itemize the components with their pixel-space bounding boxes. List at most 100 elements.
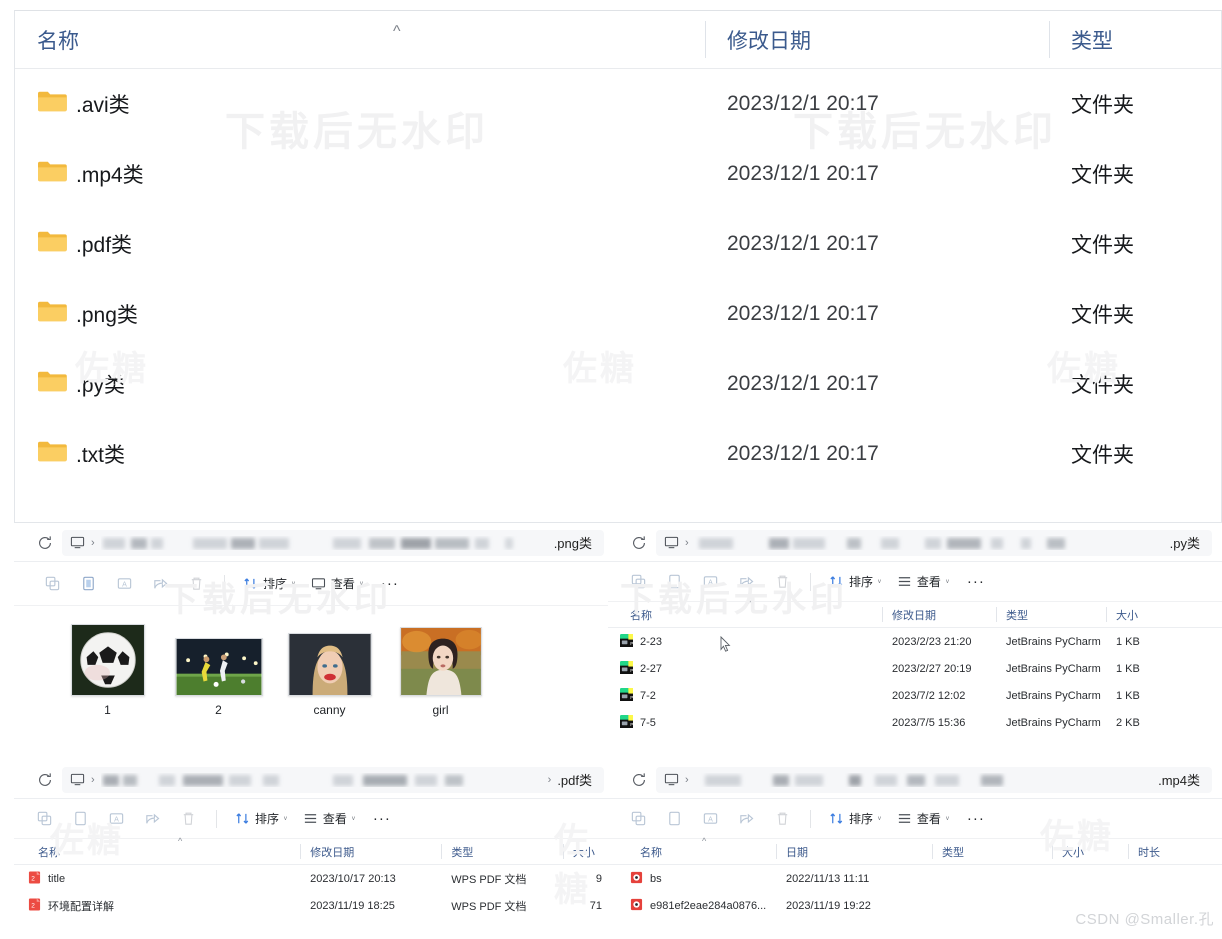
- column-header-size[interactable]: 大小: [562, 839, 614, 864]
- address-field[interactable]: › › .pdf类: [62, 766, 604, 793]
- folder-icon: [38, 91, 67, 112]
- rename-icon[interactable]: A: [98, 804, 134, 834]
- table-row[interactable]: 2 title 2023/10/17 20:13 WPS PDF 文档 9: [28, 865, 614, 892]
- refresh-icon[interactable]: [36, 534, 54, 552]
- column-header-date[interactable]: 修改日期: [300, 839, 441, 864]
- screenshot-root: 名称 修改日期 类型 ^ .avi类 2023/12/1 20:17 文件夹 .mp4…: [0, 0, 1222, 939]
- column-header-name-label: 名称: [640, 846, 662, 859]
- more-options-button[interactable]: ···: [371, 575, 409, 592]
- copy-icon[interactable]: [620, 804, 656, 834]
- share-icon[interactable]: [728, 804, 764, 834]
- breadcrumb-current[interactable]: .pdf类: [557, 770, 596, 789]
- copy-icon[interactable]: [620, 567, 656, 597]
- rename-icon[interactable]: A: [106, 569, 142, 599]
- delete-icon[interactable]: [170, 804, 206, 834]
- breadcrumb-chevron: ›: [91, 536, 95, 549]
- table-row[interactable]: .avi类 2023/12/1 20:17 文件夹: [15, 69, 1221, 139]
- copy-icon[interactable]: [26, 804, 62, 834]
- address-bar: › .png类: [14, 524, 614, 562]
- delete-icon[interactable]: [764, 804, 800, 834]
- table-cell-name: title: [48, 872, 66, 885]
- file-icon-wrap: 2: [28, 897, 41, 914]
- chevron-down-icon: ᵛ: [945, 576, 949, 587]
- table-row[interactable]: P 2-27 2023/2/27 20:19 JetBrains PyCharm 1 K…: [620, 655, 1222, 682]
- refresh-icon[interactable]: [36, 771, 54, 789]
- toolbar-divider: [224, 574, 225, 593]
- delete-icon[interactable]: [178, 569, 214, 599]
- file-icon-wrap: P: [620, 714, 633, 731]
- breadcrumb-current[interactable]: .py类: [1170, 533, 1204, 552]
- delete-icon[interactable]: [764, 567, 800, 597]
- more-options-button[interactable]: ···: [957, 810, 995, 827]
- table-cell-date: 2023/7/5 15:36: [892, 716, 966, 729]
- file-icon-wrap: [630, 871, 643, 887]
- more-options-button[interactable]: ···: [957, 573, 995, 590]
- view-label: 查看: [330, 577, 355, 591]
- refresh-icon[interactable]: [630, 534, 648, 552]
- folder-icon: [38, 441, 67, 462]
- breadcrumb-current[interactable]: .mp4类: [1158, 770, 1204, 789]
- copy-icon[interactable]: [34, 569, 70, 599]
- column-header-name[interactable]: 名称 ^: [620, 599, 882, 627]
- view-button[interactable]: 查看 ᵛ: [303, 570, 371, 598]
- address-field[interactable]: › .png类: [62, 529, 604, 556]
- table-cell-size: 9: [595, 872, 602, 885]
- table-row[interactable]: 2 环境配置详解 2023/11/19 18:25 WPS PDF 文档 71: [28, 892, 614, 919]
- chevron-down-icon: ᵛ: [292, 578, 295, 589]
- table-row[interactable]: .py类 2023/12/1 20:17 文件夹: [15, 349, 1221, 419]
- paste-icon[interactable]: [656, 804, 692, 834]
- address-field[interactable]: › .mp4类: [656, 766, 1212, 793]
- refresh-icon[interactable]: [630, 771, 648, 789]
- list-item[interactable]: girl: [385, 624, 496, 717]
- sort-button[interactable]: 排序 ᵛ: [235, 570, 303, 598]
- column-header-type-label: 类型: [942, 846, 964, 859]
- view-button[interactable]: 查看 ᵛ: [889, 568, 957, 596]
- sort-button[interactable]: 排序 ᵛ: [821, 805, 889, 833]
- table-cell-date: 2023/2/27 20:19: [892, 662, 972, 675]
- column-header-size[interactable]: 大小: [1106, 602, 1214, 627]
- address-bar: › › .pdf类: [14, 761, 614, 799]
- address-field[interactable]: › .py类: [656, 529, 1212, 556]
- column-header-type[interactable]: 类型: [996, 602, 1106, 627]
- column-header-name[interactable]: 名称 ^: [28, 836, 300, 864]
- table-row[interactable]: .png类 2023/12/1 20:17 文件夹: [15, 279, 1221, 349]
- list-item[interactable]: 2: [163, 624, 274, 717]
- view-button[interactable]: 查看 ᵛ: [889, 805, 957, 833]
- column-header-name[interactable]: 名称 ^: [630, 836, 776, 864]
- list-item[interactable]: canny: [274, 624, 385, 717]
- table-row[interactable]: P 2-23 2023/2/23 21:20 JetBrains PyCharm 1 K…: [620, 628, 1222, 655]
- paste-icon[interactable]: [70, 569, 106, 599]
- table-row[interactable]: .pdf类 2023/12/1 20:17 文件夹: [15, 209, 1221, 279]
- blurred-path: [101, 773, 542, 787]
- column-header-type[interactable]: 类型: [932, 839, 1052, 864]
- table-row[interactable]: bs 2022/11/13 11:11: [630, 865, 1222, 892]
- column-header-type[interactable]: 类型: [1049, 11, 1221, 68]
- sort-button[interactable]: 排序 ᵛ: [227, 805, 295, 833]
- paste-icon[interactable]: [62, 804, 98, 834]
- column-header-date[interactable]: 修改日期: [882, 602, 996, 627]
- share-icon[interactable]: [728, 567, 764, 597]
- svg-text:A: A: [122, 580, 127, 588]
- more-options-button[interactable]: ···: [363, 810, 401, 827]
- rename-icon[interactable]: A: [692, 567, 728, 597]
- share-icon[interactable]: [134, 804, 170, 834]
- column-header-size[interactable]: 大小: [1052, 839, 1128, 864]
- column-header-type[interactable]: 类型: [441, 839, 563, 864]
- list-item[interactable]: 1: [52, 624, 163, 717]
- table-row[interactable]: .txt类 2023/12/1 20:17 文件夹: [15, 419, 1221, 489]
- table-row[interactable]: .mp4类 2023/12/1 20:17 文件夹: [15, 139, 1221, 209]
- view-button[interactable]: 查看 ᵛ: [295, 805, 363, 833]
- table-cell-type: WPS PDF 文档: [451, 900, 527, 913]
- table-row[interactable]: e981ef2eae284a0876... 2023/11/19 19:22: [630, 892, 1222, 919]
- table-row[interactable]: P 7-2 2023/7/2 12:02 JetBrains PyCharm 1 KB: [620, 682, 1222, 709]
- sort-button[interactable]: 排序 ᵛ: [821, 568, 889, 596]
- paste-icon[interactable]: [656, 567, 692, 597]
- column-header-duration[interactable]: 时长: [1128, 839, 1204, 864]
- share-icon[interactable]: [142, 569, 178, 599]
- column-header-date[interactable]: 修改日期: [705, 11, 1049, 68]
- rename-icon[interactable]: A: [692, 804, 728, 834]
- column-header-name[interactable]: 名称: [15, 11, 705, 68]
- table-row[interactable]: P 7-5 2023/7/5 15:36 JetBrains PyCharm 2 KB: [620, 709, 1222, 736]
- breadcrumb-current[interactable]: .png类: [554, 533, 596, 552]
- column-header-date[interactable]: 日期: [776, 839, 932, 864]
